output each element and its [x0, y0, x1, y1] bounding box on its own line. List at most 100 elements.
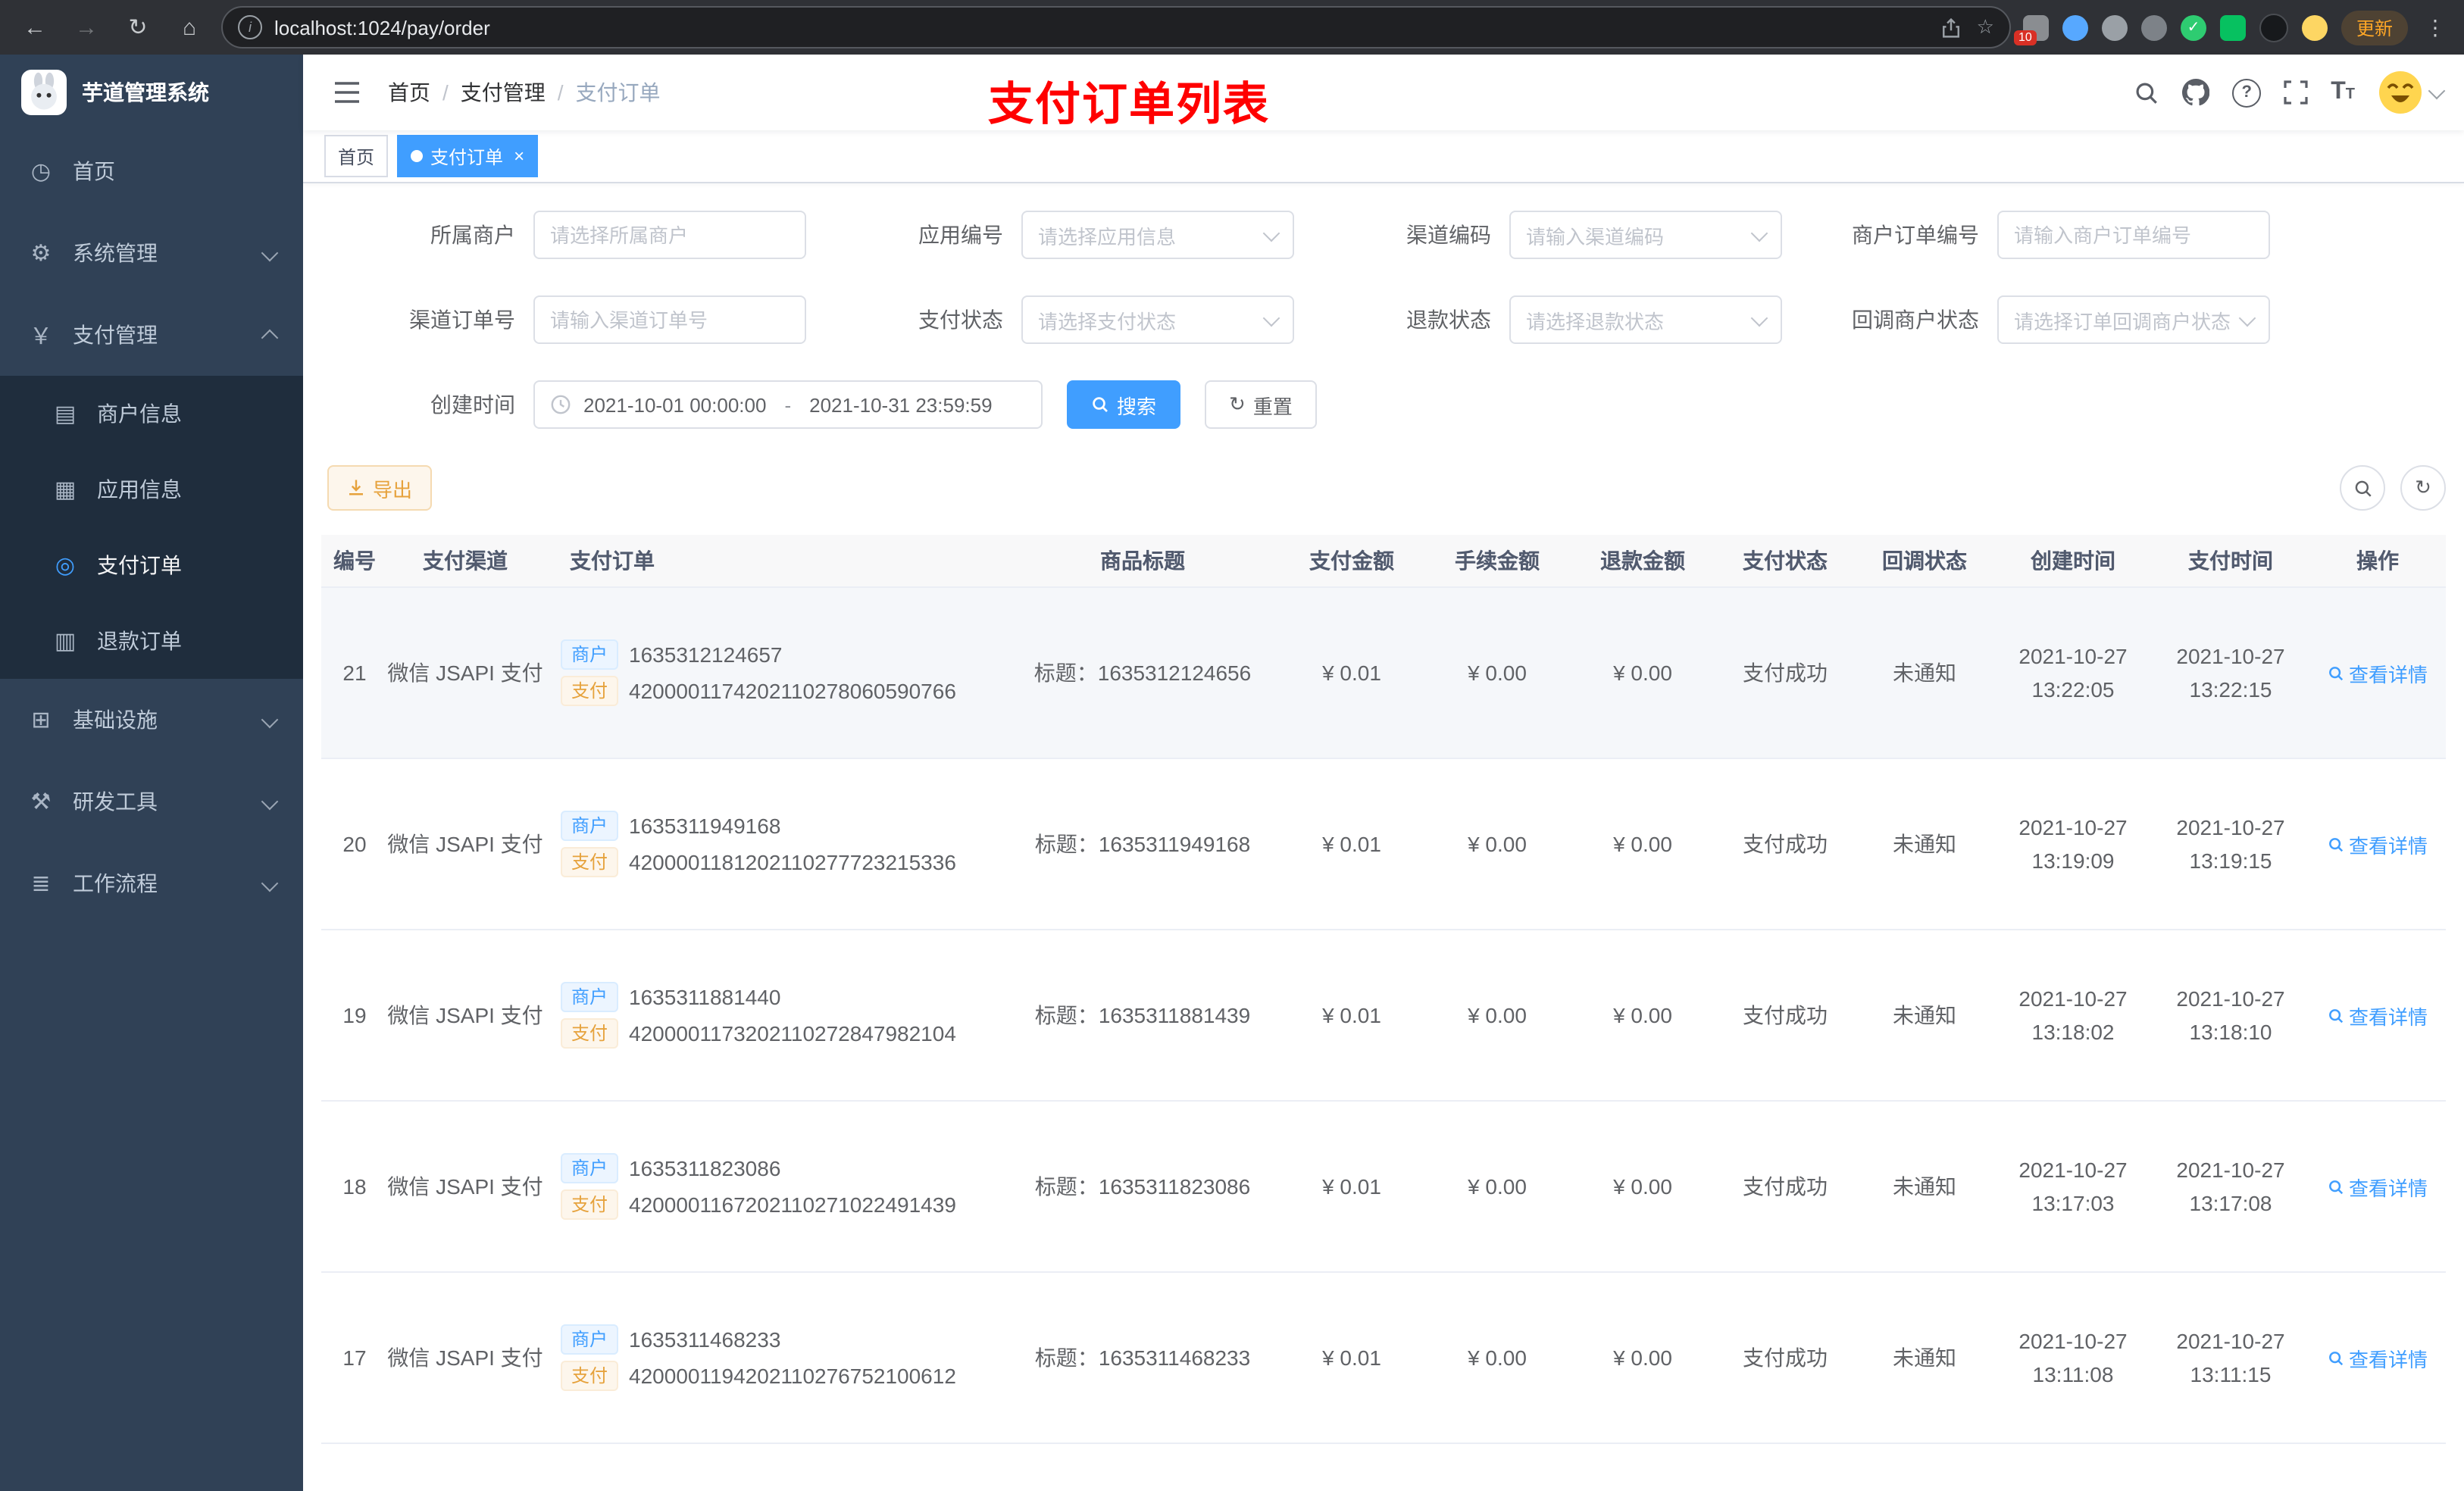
- channel-code-select[interactable]: 请输入渠道编码: [1509, 211, 1782, 259]
- sidebar-item-pay[interactable]: ￥ 支付管理: [0, 294, 303, 376]
- table-row: 21 微信 JSAPI 支付 商户 1635312124657 支付 42000…: [321, 587, 2446, 759]
- extension-icon[interactable]: [2140, 14, 2167, 40]
- extension-icon[interactable]: ✓: [2180, 14, 2206, 40]
- filter-label-app-no: 应用编号: [918, 223, 1003, 247]
- fullscreen-icon[interactable]: [2284, 80, 2308, 105]
- logo-row: 芋道管理系统: [0, 55, 303, 130]
- refund-status-select[interactable]: 请选择退款状态: [1509, 295, 1782, 344]
- github-icon[interactable]: [2182, 79, 2210, 106]
- notify-status: [1855, 1443, 1994, 1491]
- tags-view-bar: 首页 支付订单 ×: [303, 130, 2464, 183]
- merchant-order-no: 1635311881440: [629, 985, 781, 1009]
- col-pay-order: 支付订单: [555, 535, 1006, 588]
- sidebar-item-infra[interactable]: ⊞ 基础设施: [0, 679, 303, 761]
- filter-label-create-time: 创建时间: [430, 392, 515, 417]
- page-title-annotation: 支付订单列表: [988, 80, 1270, 130]
- font-size-icon[interactable]: TT: [2331, 80, 2355, 105]
- reset-button[interactable]: ↻ 重置: [1205, 380, 1317, 429]
- channel-order-no-input[interactable]: [533, 295, 806, 344]
- extension-icon[interactable]: [2301, 14, 2328, 40]
- notify-status: 未通知: [1855, 758, 1994, 930]
- sidebar-item-workflow[interactable]: ≣ 工作流程: [0, 842, 303, 924]
- merchant-order-no: 1635311949168: [629, 814, 781, 838]
- sidebar-item-app-info[interactable]: ▦ 应用信息: [0, 452, 303, 527]
- pay-channel: 微信 JSAPI 支付: [387, 832, 543, 856]
- pay-amount: ¥ 0.01: [1279, 930, 1424, 1102]
- extension-icon[interactable]: [2259, 13, 2288, 42]
- active-dot: [411, 150, 424, 162]
- view-detail-link[interactable]: 查看详情: [2328, 1343, 2428, 1372]
- view-detail-link[interactable]: 查看详情: [2328, 658, 2428, 687]
- extension-badge: 10: [2013, 30, 2037, 45]
- table-row: 17 微信 JSAPI 支付 商户 1635311468233 支付 42000…: [321, 1272, 2446, 1444]
- toggle-search-button[interactable]: [2340, 465, 2385, 511]
- view-detail-link[interactable]: 查看详情: [2328, 1001, 2428, 1030]
- view-detail-link[interactable]: 查看详情: [2328, 830, 2428, 858]
- sidebar: 芋道管理系统 ◷ 首页 ⚙ 系统管理 ￥ 支付管理 ▤ 商户信息 ▦ 应用信息 …: [0, 55, 303, 1491]
- extension-icon[interactable]: [2219, 14, 2246, 40]
- bookmark-star-icon[interactable]: ☆: [1977, 15, 1994, 39]
- merchant-order-no: 1635311823086: [629, 1156, 781, 1180]
- sidebar-fold-icon[interactable]: [324, 80, 370, 105]
- browser-update-button[interactable]: 更新: [2340, 10, 2408, 45]
- search-icon: [2329, 666, 2344, 680]
- sidebar-item-label: 基础设施: [73, 708, 158, 732]
- share-icon[interactable]: [1942, 17, 1962, 37]
- home-icon[interactable]: ⌂: [170, 8, 209, 47]
- sidebar-item-merchant-info[interactable]: ▤ 商户信息: [0, 376, 303, 452]
- extension-icon[interactable]: 10: [2013, 14, 2049, 45]
- screen: ← → ↻ ⌂ i localhost:1024/pay/order ☆ 10 …: [0, 0, 2464, 1491]
- tab-label: 支付订单: [430, 146, 504, 167]
- col-title: 商品标题: [1006, 535, 1279, 588]
- pay-amount: [1279, 1443, 1424, 1491]
- create-time: 2021-10-27 13:22:05: [1994, 587, 2152, 759]
- merchant-order-no-input[interactable]: [1997, 211, 2270, 259]
- search-icon[interactable]: [2134, 80, 2159, 105]
- sidebar-item-pay-order[interactable]: ◎ 支付订单: [0, 527, 303, 603]
- tab-pay-order[interactable]: 支付订单 ×: [397, 135, 539, 177]
- breadcrumb-home[interactable]: 首页: [388, 77, 430, 108]
- close-icon[interactable]: ×: [514, 147, 524, 165]
- create-time-range-picker[interactable]: 2021-10-01 00:00:00 - 2021-10-31 23:59:5…: [533, 380, 1043, 429]
- browser-chrome: ← → ↻ ⌂ i localhost:1024/pay/order ☆ 10 …: [0, 0, 2464, 55]
- breadcrumb: 首页 / 支付管理 / 支付订单: [388, 77, 661, 108]
- url-bar[interactable]: i localhost:1024/pay/order ☆: [221, 6, 2011, 48]
- search-icon: [2329, 1351, 2344, 1365]
- pay-status: 支付成功: [1715, 758, 1855, 930]
- sidebar-item-label: 商户信息: [97, 402, 182, 426]
- merchant-select[interactable]: [533, 211, 806, 259]
- merchant-order-no: 1635312124657: [629, 642, 783, 667]
- breadcrumb-pay[interactable]: 支付管理: [461, 77, 546, 108]
- user-menu[interactable]: [2378, 70, 2446, 115]
- browser-menu-icon[interactable]: ⋮: [2422, 14, 2449, 40]
- sidebar-item-home[interactable]: ◷ 首页: [0, 130, 303, 212]
- sidebar-item-system[interactable]: ⚙ 系统管理: [0, 212, 303, 294]
- back-icon[interactable]: ←: [15, 8, 55, 47]
- export-button[interactable]: 导出: [327, 465, 433, 511]
- extensions-row: 10 ✓ 更新 ⋮: [2013, 10, 2449, 45]
- pay-status: 支付成功: [1715, 1101, 1855, 1273]
- app-no-select[interactable]: 请选择应用信息: [1021, 211, 1294, 259]
- callback-status-select[interactable]: 请选择订单回调商户状态: [1997, 295, 2270, 344]
- sidebar-item-refund-order[interactable]: ▥ 退款订单: [0, 603, 303, 679]
- pay-status-select[interactable]: 请选择支付状态: [1021, 295, 1294, 344]
- reload-icon[interactable]: ↻: [118, 8, 158, 47]
- search-button[interactable]: 搜索: [1067, 380, 1181, 429]
- view-detail-link[interactable]: 查看详情: [2328, 1172, 2428, 1201]
- breadcrumb-current: 支付订单: [575, 80, 661, 105]
- extension-icon[interactable]: [2101, 14, 2128, 40]
- refresh-table-button[interactable]: ↻: [2400, 465, 2446, 511]
- site-info-icon[interactable]: i: [238, 15, 262, 39]
- pay-time: 2021-10-27 13:11:15: [2152, 1272, 2309, 1444]
- table-row: 16 商户 1635311251796 支付 标题：: [321, 1443, 2446, 1491]
- url-text[interactable]: localhost:1024/pay/order: [274, 16, 1930, 39]
- pay-badge: 支付: [561, 847, 619, 877]
- sidebar-item-dev-tools[interactable]: ⚒ 研发工具: [0, 761, 303, 842]
- help-icon[interactable]: ?: [2232, 78, 2262, 107]
- pay-channel: 微信 JSAPI 支付: [387, 1003, 543, 1027]
- extension-icon[interactable]: [2062, 14, 2088, 40]
- sidebar-item-label: 首页: [73, 159, 115, 183]
- forward-icon[interactable]: →: [67, 8, 106, 47]
- pay-order-cell: 商户 1635312124657 支付 42000011742021102780…: [555, 587, 1006, 759]
- tab-home[interactable]: 首页: [324, 135, 389, 177]
